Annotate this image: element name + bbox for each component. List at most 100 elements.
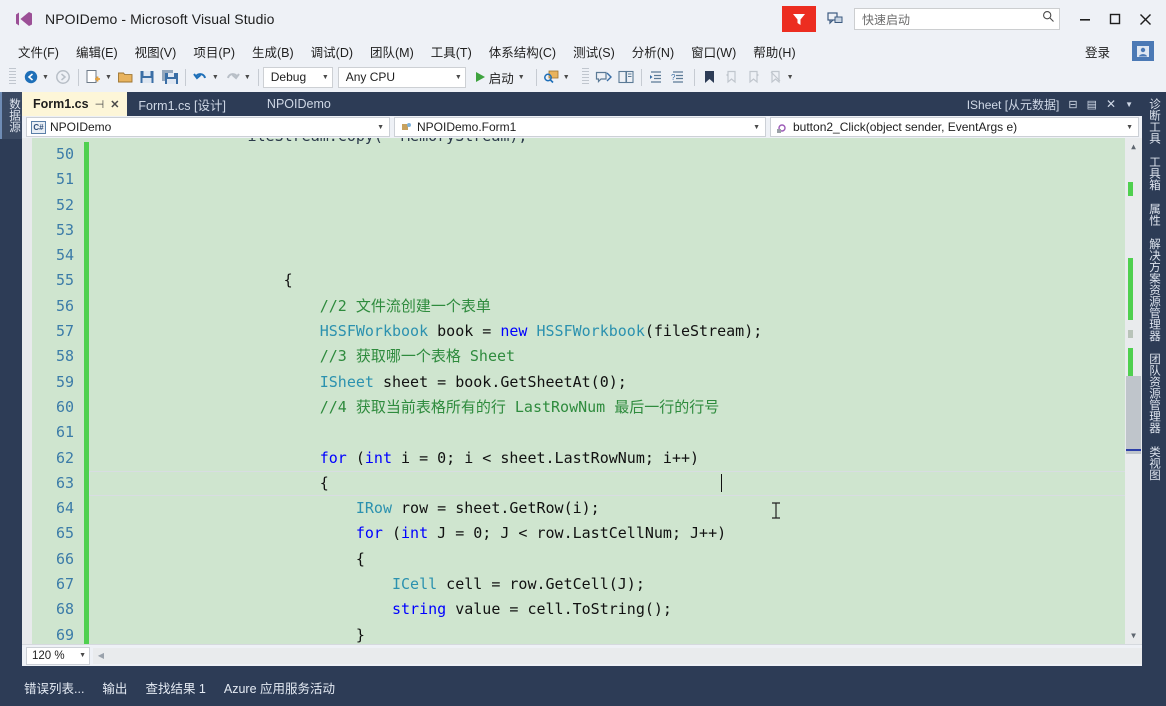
menu-item-file[interactable]: 文件(F) — [11, 39, 66, 64]
pin-icon[interactable]: ⊣ — [95, 98, 105, 111]
menu-item-architecture[interactable]: 体系结构(C) — [482, 39, 563, 64]
code-editor-surface[interactable]: 50 51 52 53 54 55 56 57 58 59 60 61 62 63 64 65 66 67 68 69… — [22, 138, 1142, 644]
code-line[interactable]: for (int J = 0; J < row.LastCellNum; J++… — [103, 521, 1142, 546]
code-line[interactable]: for (int i = 0; i < sheet.LastRowNum; i+… — [103, 446, 1142, 471]
new-project-chevron-icon[interactable]: ▼ — [105, 74, 112, 81]
status-tab-output[interactable]: 输出 — [102, 678, 127, 697]
menu-item-edit[interactable]: 编辑(E) — [69, 39, 125, 64]
zoom-level-dropdown[interactable]: 120 % ▼ — [26, 646, 90, 665]
line-number: 57 — [55, 322, 74, 341]
decrease-indent-icon[interactable]: ? — [668, 66, 690, 88]
active-files-icon[interactable]: ▤ — [1087, 98, 1097, 111]
chevron-down-icon: ▼ — [377, 123, 384, 131]
notification-flag-icon[interactable] — [782, 6, 816, 32]
undo-chevron-icon[interactable]: ▼ — [212, 74, 219, 81]
scroll-change-marker — [1128, 182, 1133, 196]
minimize-button[interactable] — [1070, 4, 1100, 34]
code-line[interactable]: string value = cell.ToString(); — [103, 597, 1142, 622]
new-project-icon[interactable] — [83, 66, 105, 88]
menu-item-team[interactable]: 团队(M) — [363, 39, 421, 64]
navigate-back-chevron-icon[interactable]: ▼ — [42, 74, 49, 81]
menu-item-debug[interactable]: 调试(D) — [304, 39, 360, 64]
navbar-project-dropdown[interactable]: C# NPOIDemo ▼ — [26, 117, 390, 137]
code-line[interactable]: { — [103, 471, 1142, 496]
horizontal-scrollbar[interactable]: ◀ — [93, 647, 1142, 664]
menu-item-view[interactable]: 视图(V) — [128, 39, 184, 64]
navbar-member-dropdown[interactable]: button2_Click(object sender, EventArgs e… — [770, 117, 1139, 137]
close-button[interactable] — [1130, 4, 1160, 34]
breakpoint-gutter[interactable] — [22, 138, 32, 644]
dock-tab-properties[interactable]: 属性 — [1142, 197, 1166, 232]
dock-tab-diagnostic-tools[interactable]: 诊断工具 — [1142, 92, 1166, 150]
scroll-left-button[interactable]: ◀ — [93, 651, 109, 660]
dock-tab-toolbox[interactable]: 工具箱 — [1142, 150, 1166, 197]
comment-selection-icon[interactable] — [593, 66, 615, 88]
code-line-partial: ileStream.Copy( MemoryStream); — [103, 138, 527, 149]
attach-to-process-icon[interactable] — [541, 66, 563, 88]
document-tab-form1-cs[interactable]: Form1.cs ⊣ ✕ — [22, 92, 128, 116]
toolbar-overflow-icon[interactable]: ▼ — [787, 74, 794, 81]
code-line[interactable]: //3 获取哪一个表格 Sheet — [103, 344, 1142, 369]
menu-item-window[interactable]: 窗口(W) — [684, 39, 743, 64]
scrollbar-thumb[interactable] — [1126, 376, 1141, 454]
code-line[interactable]: ISheet sheet = book.GetSheetAt(0); — [103, 370, 1142, 395]
open-file-icon[interactable] — [115, 66, 137, 88]
code-line[interactable]: { — [103, 547, 1142, 572]
quick-launch-input[interactable]: 快速启动 — [854, 8, 1060, 30]
status-tab-azure[interactable]: Azure 应用服务活动 — [224, 678, 335, 697]
line-number: 56 — [55, 296, 74, 315]
solution-platform-dropdown[interactable]: Any CPU ▼ — [337, 66, 466, 88]
code-token: } — [103, 625, 365, 644]
close-icon[interactable]: ✕ — [1106, 97, 1116, 111]
status-tab-find-results[interactable]: 查找结果 1 — [145, 678, 205, 697]
increase-indent-icon[interactable] — [646, 66, 668, 88]
toolbar-grip[interactable] — [9, 68, 16, 86]
chevron-down-icon[interactable]: ▼ — [1125, 100, 1133, 109]
code-keyword: string — [391, 600, 447, 619]
bookmark-icon[interactable] — [699, 66, 721, 88]
navbar-type-dropdown[interactable]: NPOIDemo.Form1 ▼ — [394, 117, 766, 137]
dock-tab-solution-explorer[interactable]: 解决方案资源管理器 — [1142, 232, 1166, 348]
vertical-scrollbar[interactable]: ⬍ ▲ ▼ — [1125, 138, 1142, 644]
code-line[interactable]: IRow row = sheet.GetRow(i); — [103, 496, 1142, 521]
maximize-button[interactable] — [1100, 4, 1130, 34]
menu-item-test[interactable]: 测试(S) — [566, 39, 622, 64]
dock-tab-team-explorer[interactable]: 团队资源管理器 — [1142, 347, 1166, 440]
pin-icon[interactable]: ⊟ — [1068, 98, 1077, 111]
code-line[interactable]: //4 获取当前表格所有的行 LastRowNum 最后一行的行号 — [103, 395, 1142, 420]
close-icon[interactable]: ✕ — [110, 98, 119, 111]
status-tab-error-list[interactable]: 错误列表... — [24, 678, 84, 697]
document-tab-form1-cs-design[interactable]: Form1.cs [设计] — [127, 92, 234, 116]
sign-in-link[interactable]: 登录 — [1085, 42, 1110, 61]
solution-configuration-dropdown[interactable]: Debug ▼ — [262, 66, 333, 88]
user-account-icon[interactable] — [1132, 41, 1154, 61]
document-tab-npoidemo[interactable]: NPOIDemo — [256, 92, 339, 116]
code-line[interactable]: //2 文件流创建一个表单 — [103, 294, 1142, 319]
feedback-icon[interactable] — [822, 6, 848, 32]
code-line[interactable] — [103, 420, 1142, 445]
menu-item-build[interactable]: 生成(B) — [245, 39, 301, 64]
chevron-down-icon[interactable]: ▼ — [518, 74, 525, 81]
start-debug-button[interactable]: 启动 ▼ — [472, 68, 532, 87]
code-line[interactable]: { — [103, 268, 1142, 293]
save-icon[interactable] — [137, 66, 159, 88]
attach-chevron-icon[interactable]: ▼ — [563, 74, 570, 81]
toolbar-grip-2[interactable] — [581, 68, 589, 86]
scroll-up-button[interactable]: ▲ — [1125, 138, 1142, 155]
dock-tab-class-view[interactable]: 类视图 — [1142, 440, 1166, 487]
menu-item-analyze[interactable]: 分析(N) — [625, 39, 681, 64]
code-line[interactable]: ICell cell = row.GetCell(J); — [103, 572, 1142, 597]
document-tab-isheet-label[interactable]: ISheet [从元数据] — [967, 96, 1060, 113]
menu-item-project[interactable]: 项目(P) — [186, 39, 242, 64]
undo-icon[interactable] — [190, 66, 212, 88]
code-text[interactable]: ileStream.Copy( MemoryStream); { //2 文件流… — [89, 138, 1142, 644]
uncomment-selection-icon[interactable] — [615, 66, 637, 88]
menu-item-help[interactable]: 帮助(H) — [746, 39, 802, 64]
navigate-back-icon[interactable] — [20, 66, 42, 88]
menu-item-tools[interactable]: 工具(T) — [424, 39, 479, 64]
code-line[interactable]: HSSFWorkbook book = new HSSFWorkbook(fil… — [103, 319, 1142, 344]
save-all-icon[interactable] — [159, 66, 181, 88]
code-line[interactable]: } — [103, 623, 1142, 644]
scroll-down-button[interactable]: ▼ — [1125, 627, 1142, 644]
